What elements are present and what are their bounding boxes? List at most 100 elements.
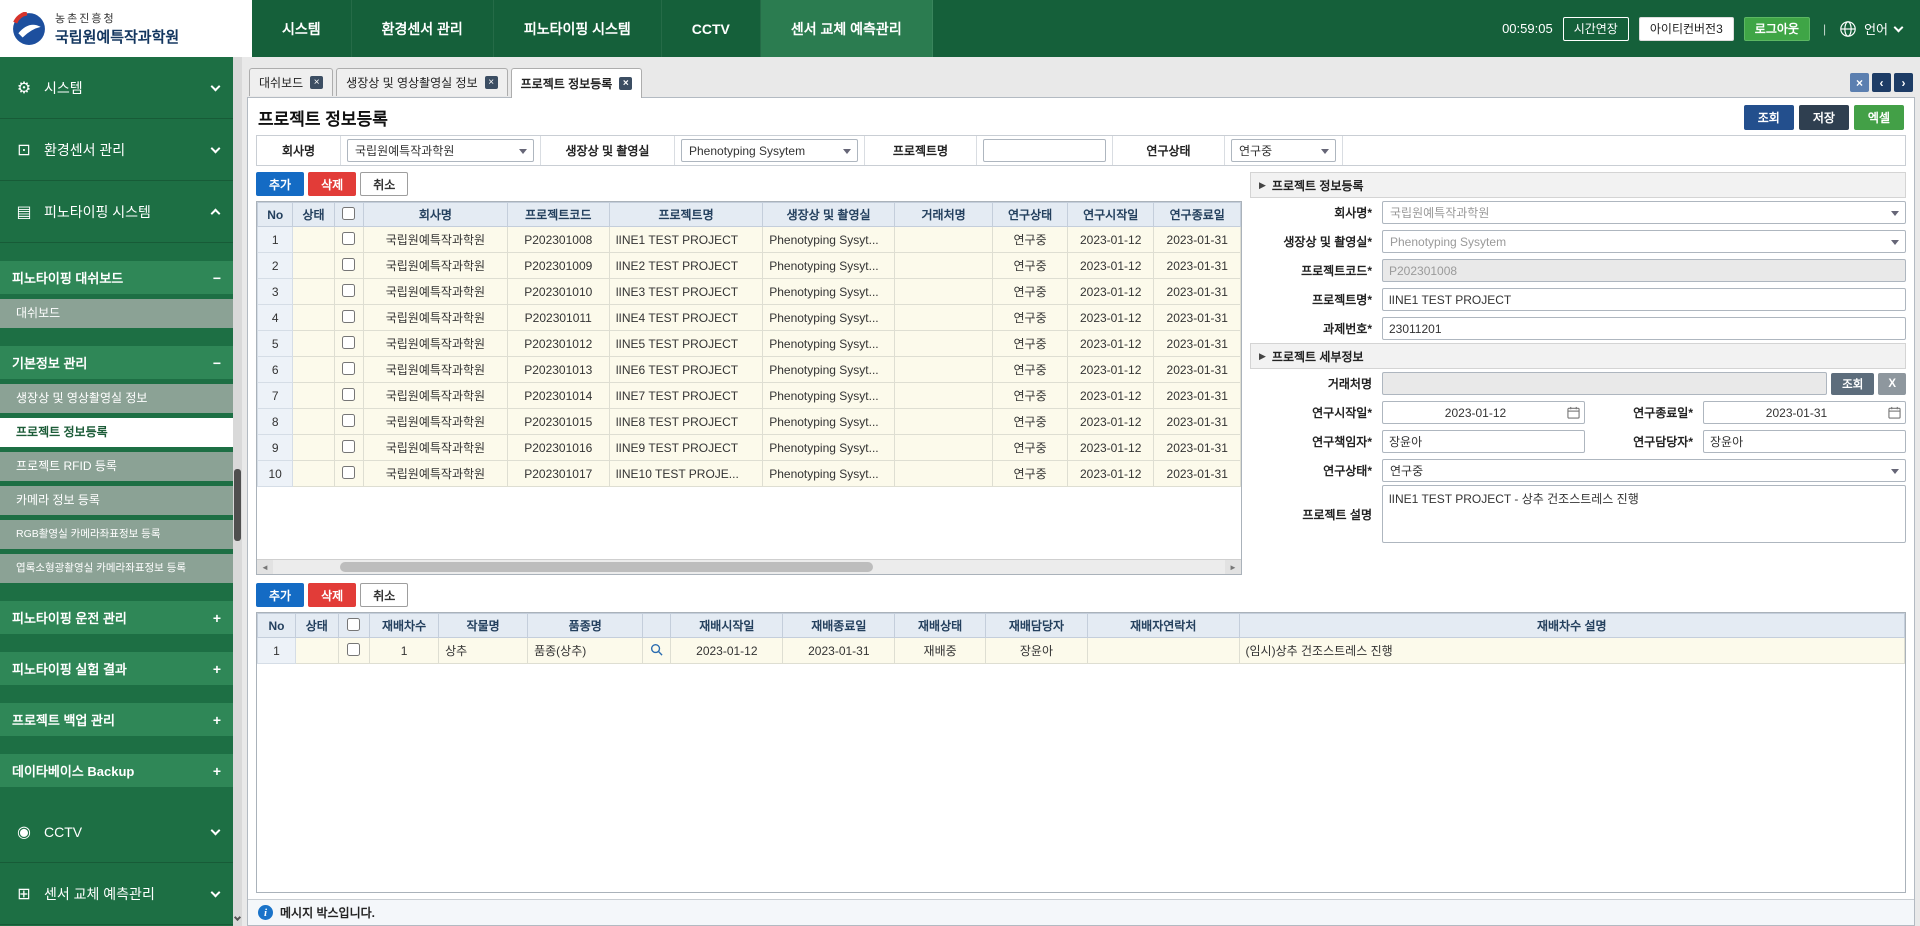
manager-input[interactable]: [1382, 430, 1585, 453]
table-row[interactable]: 3국립원예특작과학원P202301010lINE3 TEST PROJECTPh…: [258, 279, 1241, 305]
search-icon[interactable]: [650, 643, 663, 656]
language-selector[interactable]: 언어: [1839, 19, 1902, 38]
cultivation-grid: No 상태 재배차수 작물명 품종명 재배시작일 재배종료일: [257, 613, 1905, 664]
tab[interactable]: 대쉬보드×: [249, 68, 333, 96]
tab-close-icon[interactable]: ×: [619, 77, 632, 90]
sidebar-item[interactable]: ⚙시스템: [0, 57, 233, 119]
scroll-down-arrow[interactable]: [233, 912, 242, 926]
top-menu-item[interactable]: 센서 교체 예측관리: [761, 0, 933, 57]
sidebar-section[interactable]: 피노타이핑 운전 관리+: [0, 601, 233, 634]
client-clear-button[interactable]: X: [1878, 373, 1906, 395]
row-checkbox[interactable]: [342, 232, 355, 245]
sidebar-item[interactable]: 대쉬보드: [0, 299, 233, 328]
status-filter-select[interactable]: 연구중: [1231, 139, 1336, 162]
delete-row-button[interactable]: 삭제: [308, 583, 356, 607]
user-button[interactable]: 아이티컨버전3: [1639, 17, 1734, 41]
table-row[interactable]: 1국립원예특작과학원P202301008lINE1 TEST PROJECTPh…: [258, 227, 1241, 253]
tab-close-icon[interactable]: ×: [485, 76, 498, 89]
row-checkbox[interactable]: [342, 310, 355, 323]
next-tab-button[interactable]: ›: [1894, 73, 1913, 92]
table-row[interactable]: 2국립원예특작과학원P202301009lINE2 TEST PROJECTPh…: [258, 253, 1241, 279]
top-menu-item[interactable]: 시스템: [252, 0, 352, 57]
scroll-left-button[interactable]: ◄: [257, 560, 273, 574]
table-row[interactable]: 11상추품종(상추)2023-01-122023-01-31재배중장윤아(임시)…: [258, 638, 1905, 664]
chamber-select[interactable]: Phenotyping Sysytem: [1382, 230, 1906, 253]
add-row-button[interactable]: 추가: [256, 583, 304, 607]
add-row-button[interactable]: 추가: [256, 172, 304, 196]
scroll-right-button[interactable]: ►: [1225, 560, 1241, 574]
table-row[interactable]: 9국립원예특작과학원P202301016lINE9 TEST PROJECTPh…: [258, 435, 1241, 461]
row-checkbox[interactable]: [342, 388, 355, 401]
table-row[interactable]: 5국립원예특작과학원P202301012lINE5 TEST PROJECTPh…: [258, 331, 1241, 357]
select-all-checkbox[interactable]: [347, 618, 360, 631]
sidebar-item[interactable]: RGB촬영실 카메라좌표정보 등록: [0, 520, 233, 549]
row-checkbox[interactable]: [347, 643, 360, 656]
excel-button[interactable]: 엑셀: [1854, 105, 1904, 130]
tab[interactable]: 생장상 및 영상촬영실 정보×: [336, 68, 507, 96]
sidebar-item[interactable]: 엽록소형광촬영실 카메라좌표정보 등록: [0, 554, 233, 583]
company-select[interactable]: 국립원예특작과학원: [1382, 201, 1906, 224]
chamber-filter-select[interactable]: Phenotyping Sysytem: [681, 139, 858, 162]
sidebar-scrollbar[interactable]: [233, 57, 242, 926]
row-checkbox[interactable]: [342, 440, 355, 453]
sidebar-section[interactable]: 피노타이핑 대쉬보드−: [0, 261, 233, 294]
save-button[interactable]: 저장: [1799, 105, 1849, 130]
extend-time-button[interactable]: 시간연장: [1563, 17, 1629, 41]
cell-no: 2: [258, 253, 293, 279]
top-menu-item[interactable]: 환경센서 관리: [352, 0, 494, 57]
table-row[interactable]: 8국립원예특작과학원P202301015lINE8 TEST PROJECTPh…: [258, 409, 1241, 435]
logout-button[interactable]: 로그아웃: [1744, 17, 1810, 41]
sidebar-item[interactable]: ◉CCTV: [0, 801, 233, 863]
row-checkbox[interactable]: [342, 336, 355, 349]
sidebar-section[interactable]: 기본정보 관리−: [0, 346, 233, 379]
project-name-filter-input[interactable]: [983, 139, 1106, 162]
sidebar-item[interactable]: ▤피노타이핑 시스템: [0, 181, 233, 243]
scrollbar-thumb[interactable]: [234, 469, 241, 541]
search-button[interactable]: 조회: [1744, 105, 1794, 130]
sidebar-item[interactable]: ⊡환경센서 관리: [0, 119, 233, 181]
company-filter-select[interactable]: 국립원예특작과학원: [347, 139, 534, 162]
start-date-input[interactable]: [1382, 401, 1585, 424]
scrollbar-track[interactable]: [273, 560, 1225, 574]
sidebar-item[interactable]: 프로젝트 정보등록: [0, 418, 233, 447]
description-textarea[interactable]: lINE1 TEST PROJECT - 상추 건조스트레스 진행: [1382, 485, 1906, 543]
sidebar-item[interactable]: 프로젝트 RFID 등록: [0, 452, 233, 481]
sidebar-item[interactable]: ⊞센서 교체 예측관리: [0, 863, 233, 925]
close-all-tabs-button[interactable]: ×: [1850, 73, 1869, 92]
sidebar-section[interactable]: 피노타이핑 실험 결과+: [0, 652, 233, 685]
horizontal-scrollbar[interactable]: ◄ ►: [257, 559, 1241, 574]
table-row[interactable]: 7국립원예특작과학원P202301014lINE7 TEST PROJECTPh…: [258, 383, 1241, 409]
org-logo[interactable]: 농촌진흥청 국립원예특작과학원: [0, 0, 252, 57]
sidebar-section[interactable]: 프로젝트 백업 관리+: [0, 703, 233, 736]
table-row[interactable]: 6국립원예특작과학원P202301013lINE6 TEST PROJECTPh…: [258, 357, 1241, 383]
sidebar-item[interactable]: 카메라 정보 등록: [0, 486, 233, 515]
top-menu-item[interactable]: 피노타이핑 시스템: [494, 0, 662, 57]
staff-input[interactable]: [1703, 430, 1906, 453]
end-date-input[interactable]: [1703, 401, 1906, 424]
select-all-checkbox[interactable]: [342, 207, 355, 220]
row-checkbox[interactable]: [342, 466, 355, 479]
row-checkbox[interactable]: [342, 362, 355, 375]
tab-close-icon[interactable]: ×: [310, 76, 323, 89]
research-status-select[interactable]: 연구중: [1382, 459, 1906, 482]
project-name-input[interactable]: [1382, 288, 1906, 311]
cancel-button[interactable]: 취소: [360, 583, 408, 607]
tab[interactable]: 프로젝트 정보등록×: [511, 68, 643, 98]
table-row[interactable]: 10국립원예특작과학원P202301017lINE10 TEST PROJE..…: [258, 461, 1241, 487]
sidebar-section[interactable]: 데이타베이스 Backup+: [0, 754, 233, 787]
sidebar-item[interactable]: 생장상 및 영상촬영실 정보: [0, 384, 233, 413]
client-search-button[interactable]: 조회: [1831, 373, 1874, 395]
row-checkbox[interactable]: [342, 258, 355, 271]
top-menu-item[interactable]: CCTV: [662, 0, 761, 57]
calendar-icon[interactable]: [1888, 406, 1901, 419]
row-checkbox[interactable]: [342, 414, 355, 427]
scrollbar-thumb[interactable]: [340, 562, 873, 572]
row-checkbox[interactable]: [342, 284, 355, 297]
prev-tab-button[interactable]: ‹: [1872, 73, 1891, 92]
calendar-icon[interactable]: [1567, 406, 1580, 419]
delete-row-button[interactable]: 삭제: [308, 172, 356, 196]
form-row-status: 연구상태* 연구중: [1250, 456, 1906, 485]
task-number-input[interactable]: [1382, 317, 1906, 340]
cancel-button[interactable]: 취소: [360, 172, 408, 196]
table-row[interactable]: 4국립원예특작과학원P202301011lINE4 TEST PROJECTPh…: [258, 305, 1241, 331]
